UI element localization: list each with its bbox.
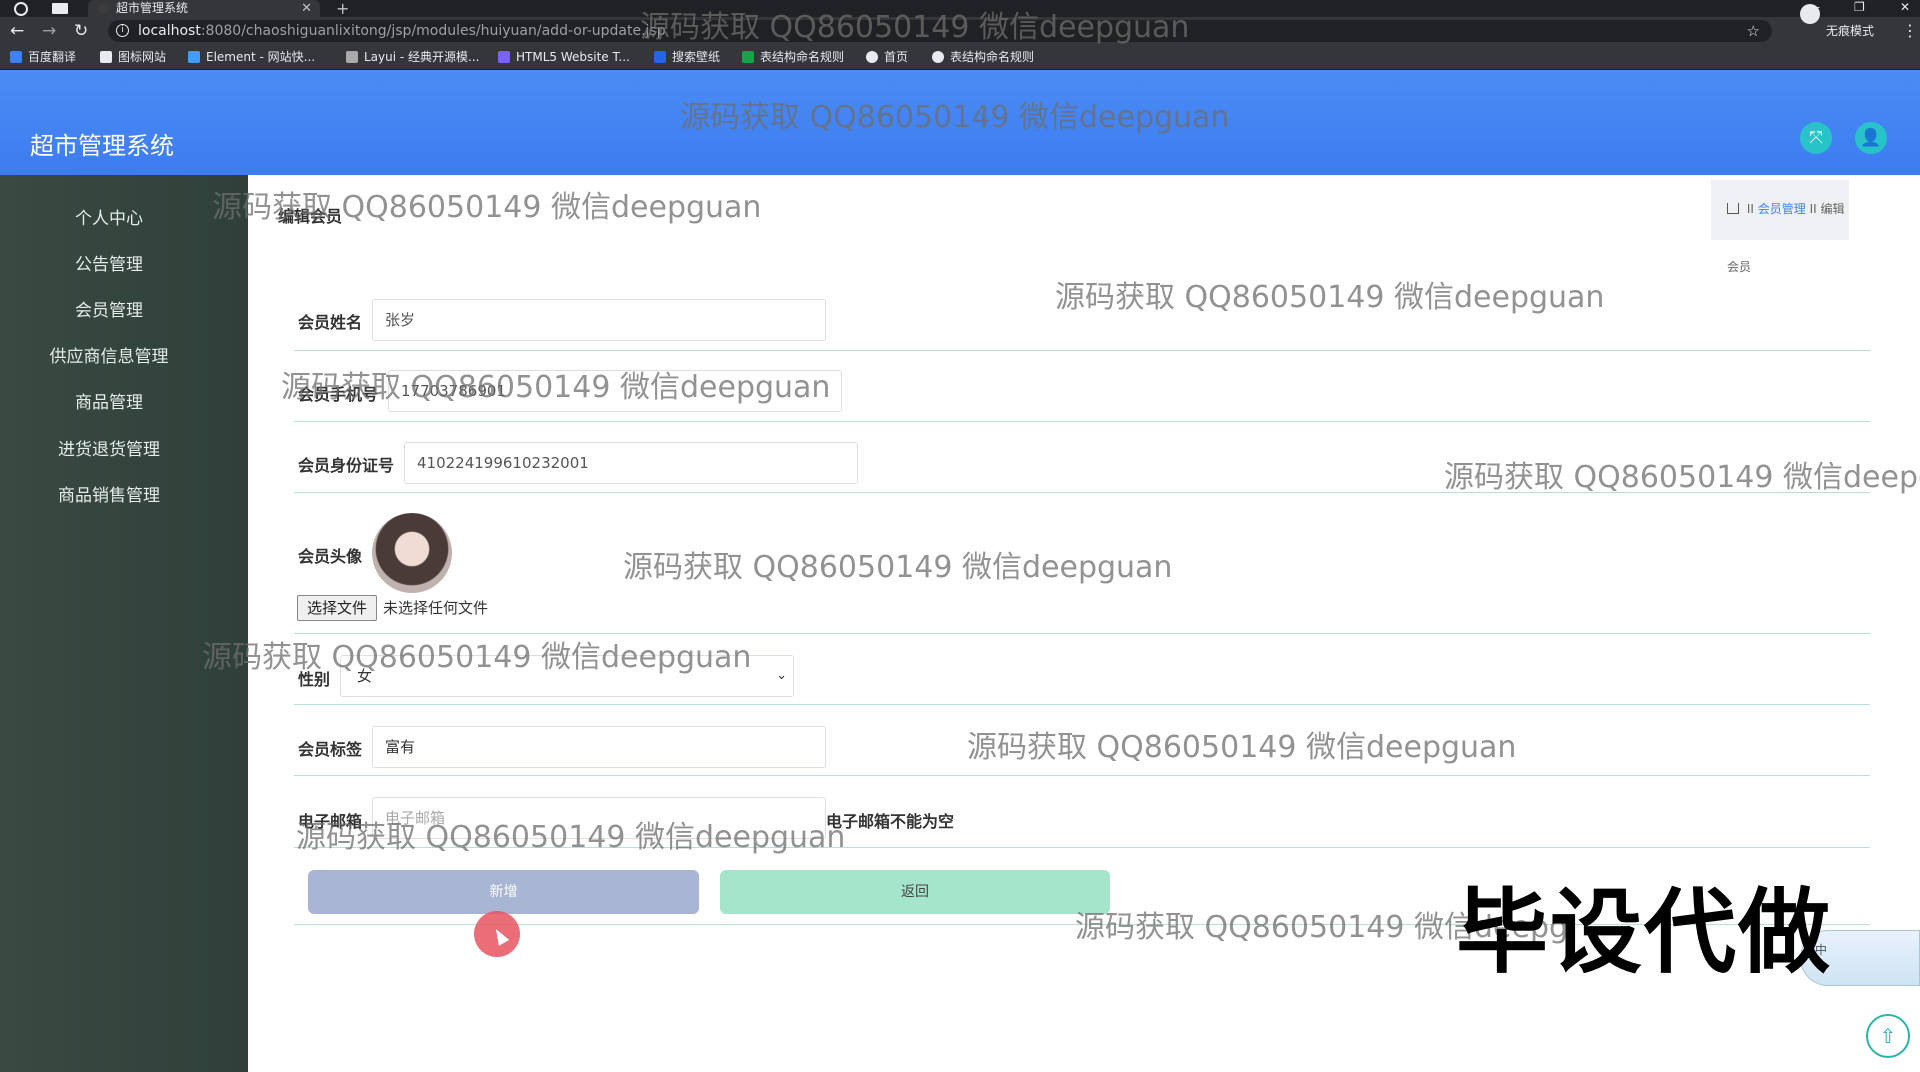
file-status-text: 未选择任何文件 [383, 599, 489, 617]
url-text: localhost:8080/chaoshiguanlixitong/jsp/m… [138, 23, 666, 39]
sidebar-item-purchase-returns[interactable]: 进货退货管理 [0, 436, 218, 464]
breadcrumb: II 会员管理 II 编辑会员 [1711, 180, 1849, 274]
back-arrow-icon[interactable]: ← [10, 21, 24, 41]
bookmark-favicon-icon [498, 51, 510, 63]
email-input[interactable]: 电子邮箱 [372, 797, 826, 839]
chevron-down-icon: ⌄ [776, 668, 787, 683]
tag-label: 会员标签 [298, 740, 363, 759]
bookmark-item[interactable]: HTML5 Website T... [498, 45, 630, 70]
back-button[interactable]: 返回 [720, 870, 1110, 914]
sidebar: 个人中心 公告管理 会员管理 供应商信息管理 商品管理 进货退货管理 商品销售管… [0, 175, 248, 1072]
new-tab-button[interactable]: + [336, 0, 349, 17]
address-bar-row: ← → ↻ i localhost:8080/chaoshiguanlixito… [0, 17, 1920, 45]
back-to-top-icon[interactable]: ⇧ [1866, 1014, 1910, 1058]
sidebar-item-suppliers[interactable]: 供应商信息管理 [0, 343, 218, 371]
browser-app-icon[interactable] [14, 2, 28, 16]
tab-title: 超市管理系统 [116, 1, 189, 15]
bookmark-favicon-icon [10, 51, 22, 63]
sidebar-item-notices[interactable]: 公告管理 [0, 251, 218, 279]
bookmarks-bar: 百度翻译 图标网站 Element - 网站快... Layui - 经典开源模… [0, 45, 1920, 70]
bookmark-item[interactable]: 首页 [866, 45, 908, 70]
url-field[interactable]: i localhost:8080/chaoshiguanlixitong/jsp… [108, 20, 1772, 42]
breadcrumb-separator: II [1809, 202, 1817, 216]
bookmark-favicon-icon [188, 51, 200, 63]
globe-icon [866, 51, 878, 63]
form-row-avatar [294, 493, 1870, 634]
phone-label: 会员手机号 [298, 385, 379, 404]
gender-label: 性别 [298, 670, 331, 689]
page-title: 编辑会员 [278, 207, 343, 226]
tab-favicon-icon [98, 3, 109, 14]
incognito-icon[interactable] [1800, 4, 1820, 24]
browser-tab-strip: 超市管理系统 ✕ + — ❐ ✕ [0, 0, 1920, 17]
sidebar-item-members[interactable]: 会员管理 [0, 297, 218, 325]
flag-icon [100, 51, 112, 63]
idcard-label: 会员身份证号 [298, 456, 395, 475]
restore-icon[interactable]: ❐ [1854, 0, 1865, 15]
bookmark-star-icon[interactable]: ☆ [1747, 20, 1760, 42]
name-input[interactable]: 张岁 [372, 299, 826, 341]
bookmark-favicon-icon [346, 51, 358, 63]
email-label: 电子邮箱 [298, 812, 363, 831]
promo-overlay-text: 毕设代做 [1456, 879, 1833, 986]
site-info-icon[interactable]: i [116, 24, 129, 37]
bookmark-item[interactable]: 表结构命名规则 [932, 45, 1034, 70]
bookmark-item[interactable]: Element - 网站快... [188, 45, 315, 70]
phone-input[interactable]: 17703786901 [388, 370, 842, 412]
bookmark-item[interactable]: 百度翻译 [10, 45, 76, 70]
breadcrumb-members-link[interactable]: 会员管理 [1758, 202, 1806, 216]
reload-icon[interactable]: ↻ [74, 21, 88, 41]
bookmark-item[interactable]: 表结构命名规则 [742, 45, 844, 70]
window-close-icon[interactable]: ✕ [1900, 0, 1910, 15]
user-icon[interactable]: 👤 [1855, 122, 1887, 154]
tab-switcher-icon[interactable] [52, 3, 68, 14]
sidebar-item-sales[interactable]: 商品销售管理 [0, 482, 218, 510]
avatar-image [372, 513, 452, 593]
idcard-input[interactable]: 410224199610232001 [404, 442, 858, 484]
bookmark-item[interactable]: 图标网站 [100, 45, 166, 70]
browser-menu-icon[interactable]: ⋮ [1902, 17, 1918, 45]
gender-selected-value: 女 [357, 667, 373, 685]
incognito-label: 无痕模式 [1826, 24, 1875, 38]
tag-input[interactable]: 富有 [372, 726, 826, 768]
gender-select[interactable]: 女 ⌄ [340, 655, 794, 697]
choose-file-button[interactable]: 选择文件 [297, 595, 377, 621]
name-label: 会员姓名 [298, 313, 363, 332]
forward-arrow-icon[interactable]: → [42, 21, 56, 41]
sidebar-item-personal-center[interactable]: 个人中心 [0, 205, 218, 233]
fullscreen-icon[interactable]: ⤧ [1800, 122, 1832, 154]
home-icon[interactable] [1727, 203, 1739, 214]
browser-tab[interactable]: 超市管理系统 ✕ [88, 0, 320, 17]
app-title: 超市管理系统 [30, 132, 174, 160]
bookmark-favicon-icon [654, 51, 666, 63]
avatar-label: 会员头像 [298, 547, 363, 566]
sidebar-item-products[interactable]: 商品管理 [0, 389, 218, 417]
bookmark-item[interactable]: 搜索壁纸 [654, 45, 720, 70]
tab-close-icon[interactable]: ✕ [301, 0, 312, 17]
breadcrumb-separator: II [1746, 202, 1754, 216]
bookmark-item[interactable]: Layui - 经典开源模... [346, 45, 479, 70]
app-header: 超市管理系统 ⤧ 👤 [0, 70, 1920, 175]
bookmark-favicon-icon [742, 51, 754, 63]
add-button[interactable]: 新增 [308, 870, 699, 914]
email-error-message: 电子邮箱不能为空 [826, 812, 955, 831]
globe-icon [932, 51, 944, 63]
